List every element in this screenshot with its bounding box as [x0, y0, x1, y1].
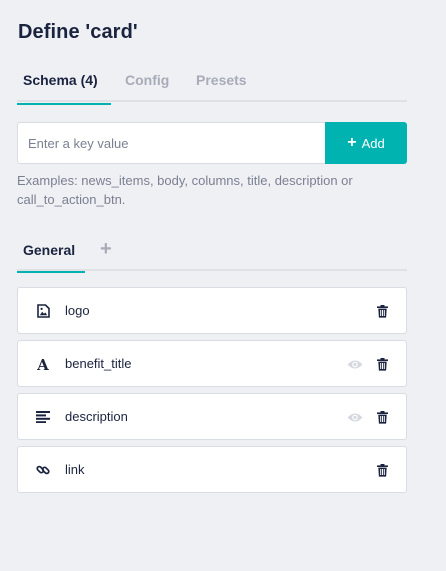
add-button-label: Add	[361, 135, 385, 151]
field-label: logo	[65, 303, 90, 318]
tab-schema[interactable]: Schema (4)	[17, 72, 111, 105]
group-tabs: General +	[17, 238, 407, 273]
align-left-icon	[35, 409, 51, 425]
field-label: benefit_title	[65, 356, 132, 371]
image-icon	[35, 303, 51, 319]
text-icon: A	[35, 356, 51, 372]
field-item-link[interactable]: link	[17, 446, 407, 493]
trash-icon[interactable]	[375, 409, 389, 425]
field-item-benefit-title[interactable]: A benefit_title	[17, 340, 407, 387]
plus-icon: +	[347, 134, 357, 151]
plus-icon: +	[100, 238, 112, 260]
schema-tabs: Schema (4) Config Presets	[17, 70, 407, 105]
field-item-logo[interactable]: logo	[17, 287, 407, 334]
link-icon	[35, 462, 51, 478]
eye-icon[interactable]	[346, 409, 364, 425]
svg-text:A: A	[36, 357, 49, 371]
tab-general[interactable]: General	[17, 242, 85, 273]
field-label: link	[65, 462, 85, 477]
eye-icon[interactable]	[346, 356, 364, 372]
page-title: Define 'card'	[18, 21, 138, 43]
key-examples-hint: Examples: news_items, body, columns, tit…	[17, 173, 353, 207]
trash-icon[interactable]	[375, 462, 389, 478]
add-group-button[interactable]: +	[100, 238, 112, 260]
trash-icon[interactable]	[375, 303, 389, 319]
add-button[interactable]: + Add	[325, 122, 407, 164]
key-input[interactable]	[17, 122, 326, 164]
trash-icon[interactable]	[375, 356, 389, 372]
field-label: description	[65, 409, 128, 424]
tab-presets[interactable]: Presets	[196, 72, 247, 102]
tab-config[interactable]: Config	[125, 72, 169, 102]
key-input-row: + Add	[17, 122, 407, 164]
field-item-description[interactable]: description	[17, 393, 407, 440]
